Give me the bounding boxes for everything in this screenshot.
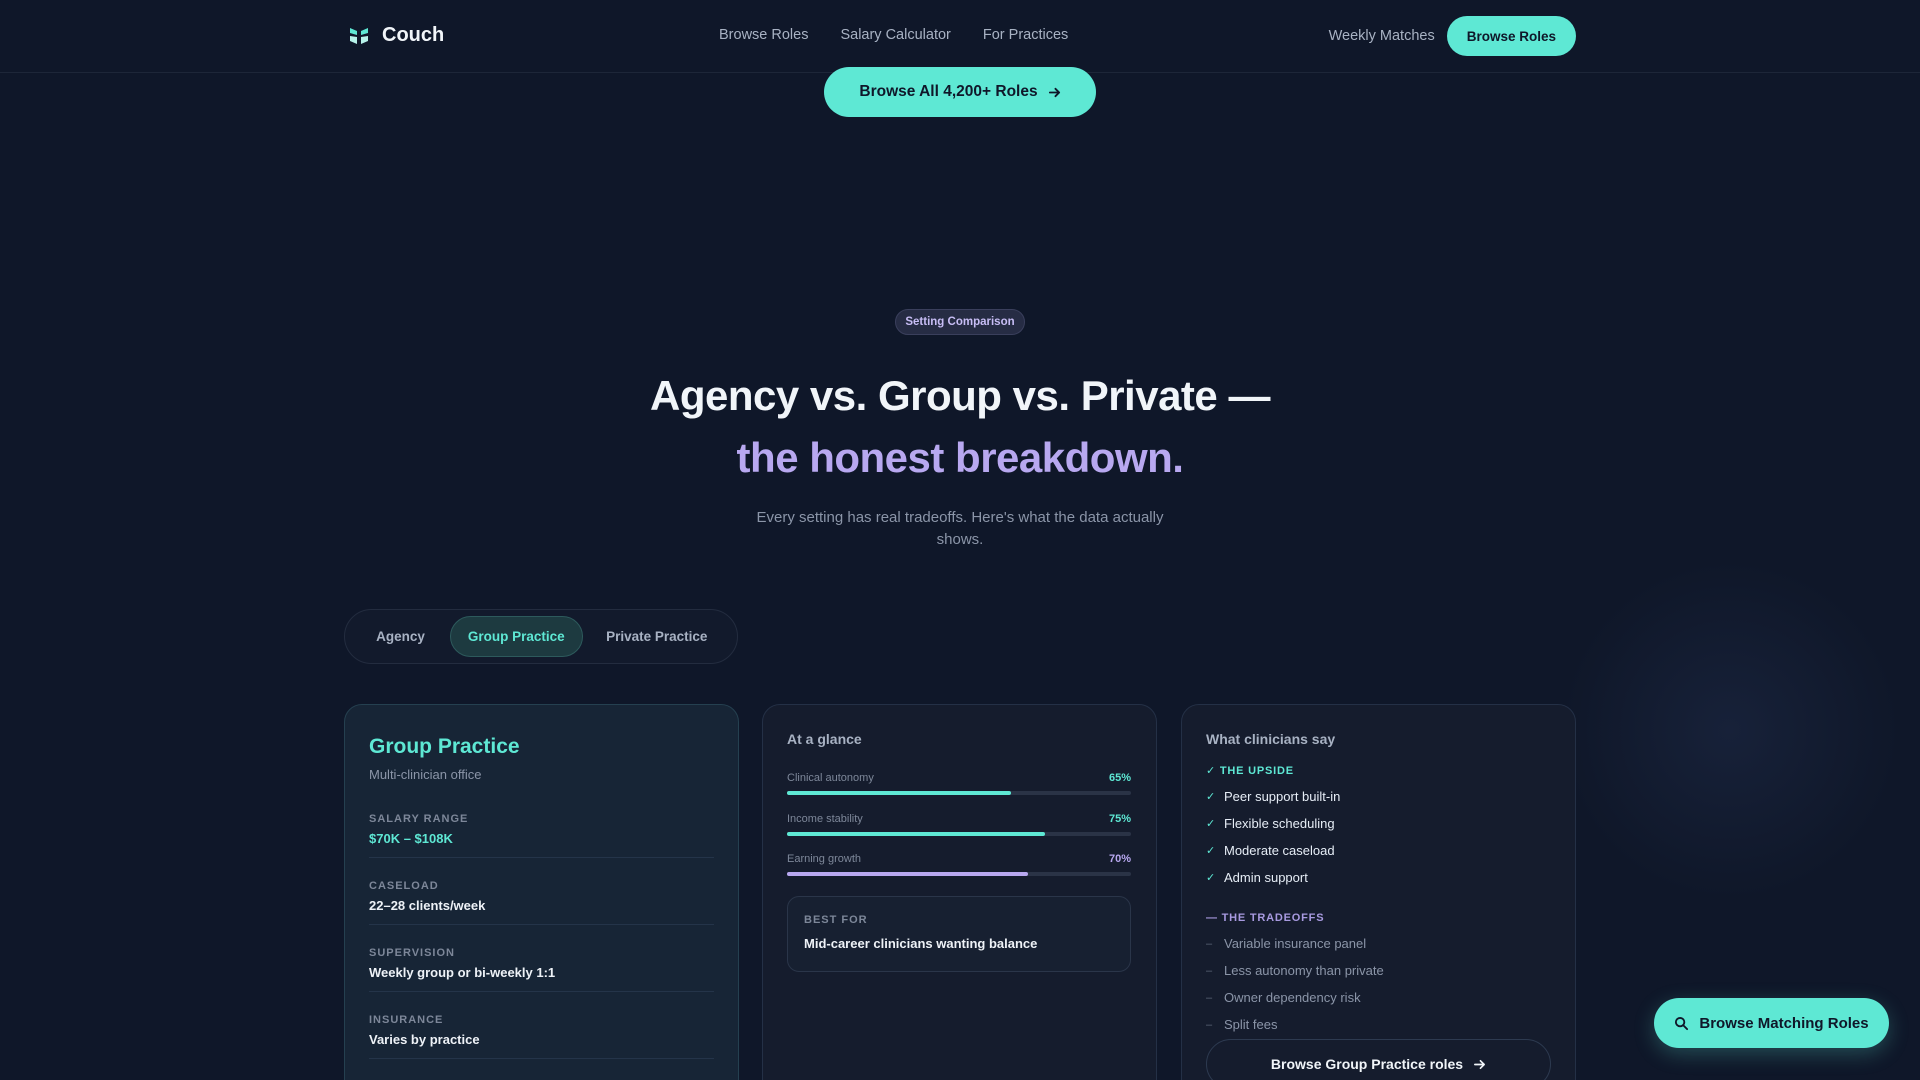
brand-logo[interactable]: Couch [348, 24, 444, 47]
couch-logo-icon [350, 27, 368, 44]
metric-income-stability: Income stability 75% [787, 813, 1131, 836]
list-item-text: Flexible scheduling [1224, 816, 1335, 831]
dash-icon: – [1206, 964, 1213, 977]
tradeoffs-heading: — THE TRADEOFFS [1206, 912, 1325, 924]
search-icon [1675, 1016, 1689, 1030]
list-item-text: Owner dependency risk [1224, 990, 1361, 1005]
list-item-text: Peer support built-in [1224, 789, 1341, 804]
list-item: – Less autonomy than private [1206, 957, 1384, 984]
list-item: ✓ Moderate caseload [1206, 837, 1340, 864]
upside-heading: ✓ THE UPSIDE [1206, 765, 1294, 777]
hero-subtitle: Every setting has real tradeoffs. Here's… [756, 509, 1164, 548]
list-item: ✓ Admin support [1206, 864, 1340, 891]
setting-tabs: Agency Group Practice Private Practice [344, 609, 738, 664]
metric-label: Earning growth [787, 853, 861, 865]
field-value: 22–28 clients/week [369, 898, 486, 913]
field-insurance: INSURANCE Varies by practice [369, 1014, 714, 1059]
browse-all-label: Browse All 4,200+ Roles [859, 83, 1038, 100]
browse-matching-roles-button[interactable]: Browse Matching Roles [1654, 998, 1889, 1048]
best-for-box: BEST FOR Mid-career clinicians wanting b… [787, 896, 1131, 972]
list-item: – Variable insurance panel [1206, 930, 1384, 957]
tab-private-practice[interactable]: Private Practice [583, 616, 731, 657]
navbar: Couch Browse Roles Salary Calculator For… [0, 0, 1920, 73]
list-item-text: Variable insurance panel [1224, 936, 1367, 951]
list-item: ✓ Flexible scheduling [1206, 810, 1340, 837]
at-a-glance-card: At a glance Clinical autonomy 65% Income… [762, 704, 1157, 1080]
clinicians-say-card: What clinicians say ✓ THE UPSIDE ✓ Peer s… [1181, 704, 1576, 1080]
background-glow [1560, 560, 1900, 900]
tab-agency[interactable]: Agency [351, 616, 450, 657]
browse-all-roles-button[interactable]: Browse All 4,200+ Roles [824, 67, 1096, 117]
field-caseload: CASELOAD 22–28 clients/week [369, 880, 714, 925]
overview-title: Group Practice [369, 735, 520, 758]
nav-browse-roles-button[interactable]: Browse Roles [1446, 16, 1576, 56]
arrow-right-icon [1048, 87, 1060, 97]
field-supervision: SUPERVISION Weekly group or bi-weekly 1:… [369, 947, 714, 992]
hero-title-line2: the honest breakdown. [736, 434, 1184, 481]
field-label: INSURANCE [369, 1014, 444, 1026]
metric-bar-fill [787, 872, 1028, 876]
check-icon: ✓ [1206, 818, 1216, 830]
nav-link-salary-calculator[interactable]: Salary Calculator [840, 27, 950, 43]
upside-list: ✓ Peer support built-in ✓ Flexible schedul… [1206, 783, 1340, 891]
field-value: $70K – $108K [369, 831, 453, 846]
list-item: – Owner dependency risk [1206, 984, 1384, 1011]
nav-link-for-practices[interactable]: For Practices [983, 27, 1068, 43]
browse-matching-label: Browse Matching Roles [1699, 1014, 1869, 1032]
metric-bar-fill [787, 832, 1045, 836]
list-item: – Split fees [1206, 1011, 1384, 1038]
metric-label: Income stability [787, 813, 863, 825]
glance-heading: At a glance [787, 731, 862, 747]
list-item: ✓ Peer support built-in [1206, 783, 1340, 810]
field-label: SALARY RANGE [369, 813, 469, 825]
metric-percent: 70% [1108, 853, 1131, 865]
brand-name: Couch [382, 24, 445, 46]
hero-title-line1: Agency vs. Group vs. Private — [650, 372, 1270, 419]
arrow-right-icon [1474, 1059, 1486, 1069]
nav-right: Weekly Matches Browse Roles [1329, 16, 1576, 56]
dash-icon: – [1206, 937, 1213, 950]
metric-percent: 65% [1108, 772, 1131, 784]
field-label: CASELOAD [369, 880, 439, 892]
best-for-label: BEST FOR [804, 914, 868, 926]
list-item-text: Split fees [1224, 1017, 1278, 1032]
overview-card: Group Practice Multi-clinician office SA… [344, 704, 739, 1080]
browse-group-label: Browse Group Practice roles [1270, 1056, 1464, 1072]
metric-bar-track [787, 791, 1131, 795]
dash-icon: – [1206, 1018, 1213, 1031]
metric-clinical-autonomy: Clinical autonomy 65% [787, 772, 1131, 795]
metric-bar-fill [787, 791, 1011, 795]
field-value: Varies by practice [369, 1032, 480, 1047]
nav-link-weekly-matches[interactable]: Weekly Matches [1329, 28, 1435, 44]
clinicians-heading: What clinicians say [1206, 731, 1336, 747]
metric-bar-track [787, 832, 1131, 836]
list-item-text: Less autonomy than private [1224, 963, 1384, 978]
field-value: Weekly group or bi-weekly 1:1 [369, 965, 556, 980]
check-icon: ✓ [1206, 791, 1216, 803]
nav-link-browse-roles[interactable]: Browse Roles [719, 27, 808, 43]
check-icon: ✓ [1206, 845, 1216, 857]
best-for-value: Mid-career clinicians wanting balance [804, 936, 1038, 951]
field-label: SUPERVISION [369, 947, 455, 959]
metric-earning-growth: Earning growth 70% [787, 853, 1131, 876]
check-icon: ✓ [1206, 872, 1216, 884]
metric-percent: 75% [1108, 813, 1131, 825]
metric-bar-track [787, 872, 1131, 876]
browse-group-practice-roles-button[interactable]: Browse Group Practice roles [1206, 1039, 1551, 1080]
field-salary-range: SALARY RANGE $70K – $108K [369, 813, 714, 858]
section-badge: Setting Comparison [895, 309, 1025, 335]
dash-icon: – [1206, 991, 1213, 1004]
metric-label: Clinical autonomy [787, 772, 874, 784]
list-item-text: Moderate caseload [1224, 843, 1335, 858]
list-item-text: Admin support [1224, 870, 1308, 885]
overview-subtitle: Multi-clinician office [369, 767, 482, 782]
tab-group-practice[interactable]: Group Practice [449, 616, 583, 657]
tradeoffs-list: – Variable insurance panel – Less autonomy… [1206, 930, 1384, 1038]
nav-links: Browse Roles Salary Calculator For Pract… [719, 27, 1068, 43]
